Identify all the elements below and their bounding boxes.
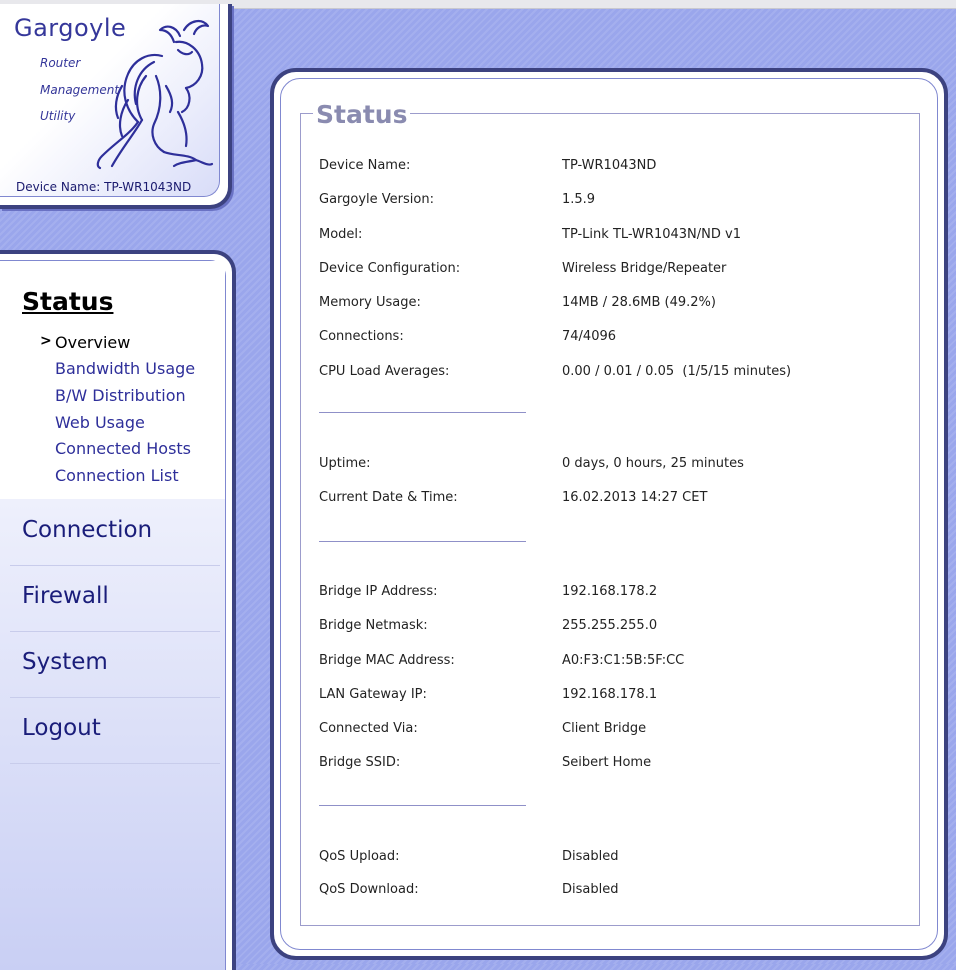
value-lan-gateway-ip: 192.168.178.1 — [562, 687, 658, 702]
label-qos-download: QoS Download: — [319, 882, 419, 897]
label-bridge-ssid: Bridge SSID: — [319, 755, 401, 770]
label-uptime: Uptime: — [319, 456, 371, 471]
nav-section-status[interactable]: Status — [22, 287, 113, 316]
label-connections: Connections: — [319, 329, 404, 344]
current-section-panel: Status > Overview Bandwidth Usage B/W Di… — [0, 261, 225, 499]
label-bridge-mac: Bridge MAC Address: — [319, 653, 455, 668]
label-bridge-netmask: Bridge Netmask: — [319, 618, 428, 633]
nav-section-label: System — [22, 649, 108, 675]
nav-section-firewall[interactable]: Firewall — [10, 565, 220, 632]
value-qos-download: Disabled — [562, 882, 619, 897]
label-qos-upload: QoS Upload: — [319, 849, 400, 864]
nav-section-label: Logout — [22, 715, 101, 741]
label-bridge-ip: Bridge IP Address: — [319, 584, 438, 599]
subnav-web-usage[interactable]: Web Usage — [55, 413, 145, 432]
value-current-date-time: 16.02.2013 14:27 CET — [562, 490, 708, 505]
value-uptime: 0 days, 0 hours, 25 minutes — [562, 456, 744, 471]
logo-panel-inner: Gargoyle Router Management Utility Devic… — [0, 4, 220, 197]
section-divider — [319, 805, 526, 806]
subnav-bandwidth-usage[interactable]: Bandwidth Usage — [55, 359, 195, 378]
nav-section-logout[interactable]: Logout — [10, 697, 220, 764]
value-bridge-mac: A0:F3:C1:5B:5F:CC — [562, 653, 685, 668]
logo-subtitle-line: Utility — [40, 109, 76, 123]
value-bridge-ip: 192.168.178.2 — [562, 584, 658, 599]
label-connected-via: Connected Via: — [319, 721, 418, 736]
device-name-label: Device Name: TP-WR1043ND — [16, 180, 192, 194]
active-marker-icon: > — [40, 333, 52, 349]
label-lan-gateway-ip: LAN Gateway IP: — [319, 687, 427, 702]
label-device-name: Device Name: — [319, 158, 411, 173]
label-memory-usage: Memory Usage: — [319, 295, 421, 310]
status-legend: Status — [313, 100, 411, 129]
subnav-connection-list[interactable]: Connection List — [55, 466, 179, 485]
subnav-bw-distribution[interactable]: B/W Distribution — [55, 386, 186, 405]
label-cpu-load: CPU Load Averages: — [319, 364, 450, 379]
value-gargoyle-version: 1.5.9 — [562, 192, 596, 207]
value-device-name: TP-WR1043ND — [562, 158, 657, 173]
nav-section-connection[interactable]: Connection — [10, 499, 220, 566]
label-model: Model: — [319, 227, 363, 242]
label-device-configuration: Device Configuration: — [319, 261, 461, 276]
value-memory-usage: 14MB / 28.6MB (49.2%) — [562, 295, 716, 310]
value-device-configuration: Wireless Bridge/Repeater — [562, 261, 727, 276]
section-divider — [319, 541, 526, 542]
value-bridge-ssid: Seibert Home — [562, 755, 652, 770]
value-bridge-netmask: 255.255.255.0 — [562, 618, 658, 633]
label-current-date-time: Current Date & Time: — [319, 490, 458, 505]
sidebar-nav: Status > Overview Bandwidth Usage B/W Di… — [0, 250, 236, 970]
label-gargoyle-version: Gargoyle Version: — [319, 192, 434, 207]
logo-panel: Gargoyle Router Management Utility Devic… — [0, 4, 232, 209]
value-connected-via: Client Bridge — [562, 721, 647, 736]
value-model: TP-Link TL-WR1043N/ND v1 — [562, 227, 741, 242]
value-connections: 74/4096 — [562, 329, 617, 344]
nav-section-label: Firewall — [22, 583, 109, 609]
subnav-overview[interactable]: Overview — [55, 333, 130, 352]
value-cpu-load: 0.00 / 0.01 / 0.05 (1/5/15 minutes) — [562, 364, 792, 379]
sidebar-nav-inner: Status > Overview Bandwidth Usage B/W Di… — [0, 260, 226, 970]
value-qos-upload: Disabled — [562, 849, 619, 864]
nav-sections: Connection Firewall System Logout — [0, 499, 225, 970]
logo-subtitle-line: Router — [40, 56, 81, 70]
subnav-connected-hosts[interactable]: Connected Hosts — [55, 439, 191, 458]
section-divider — [319, 412, 526, 413]
nav-section-system[interactable]: System — [10, 631, 220, 698]
gargoyle-logo-icon — [96, 20, 214, 170]
nav-section-label: Connection — [22, 517, 153, 543]
